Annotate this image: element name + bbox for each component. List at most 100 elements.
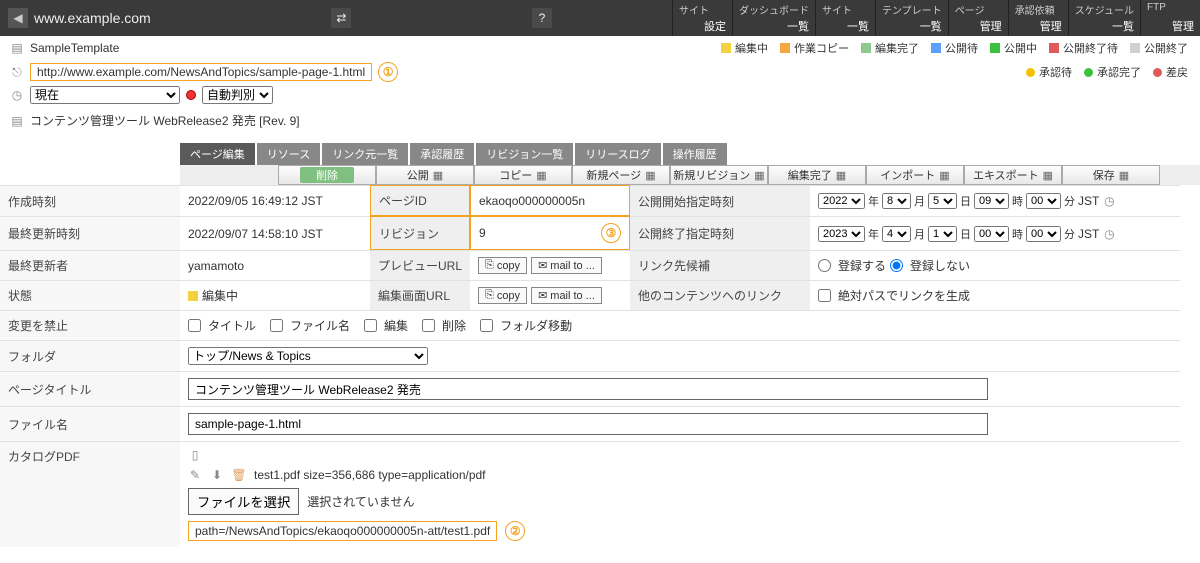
- legend-swatch-icon: [931, 43, 941, 53]
- toolbar-button[interactable]: 削除: [278, 165, 376, 185]
- toolbar-button[interactable]: インポート▦: [866, 165, 964, 185]
- top-menu-item[interactable]: スケジュール一覧: [1068, 0, 1140, 36]
- end-year[interactable]: 2023: [818, 226, 865, 242]
- start-min[interactable]: 00: [1026, 193, 1061, 209]
- clock-icon: ◷: [10, 88, 24, 102]
- lock-checkbox[interactable]: タイトル: [188, 317, 256, 334]
- swap-icon[interactable]: ⇄: [331, 8, 351, 28]
- lock-checkbox[interactable]: 編集: [364, 317, 408, 334]
- tool-icon: ▦: [836, 169, 846, 182]
- tab[interactable]: リビジョン一覧: [476, 143, 573, 165]
- menu-action[interactable]: 設定: [679, 18, 726, 34]
- legend-label: 承認待: [1039, 64, 1072, 80]
- page-url: http://www.example.com/NewsAndTopics/sam…: [30, 63, 372, 81]
- download-icon[interactable]: ⬇: [210, 468, 224, 482]
- legend-swatch-icon: [1153, 68, 1162, 77]
- top-menu-item[interactable]: ダッシュボード一覧: [732, 0, 815, 36]
- calendar-icon[interactable]: ◷: [1102, 227, 1116, 241]
- menu-action[interactable]: 一覧: [882, 18, 942, 34]
- top-menu-item[interactable]: テンプレート一覧: [875, 0, 948, 36]
- mailto-button[interactable]: ✉mail to ...: [531, 287, 602, 304]
- toolbar-button[interactable]: 公開▦: [376, 165, 474, 185]
- toolbar-button[interactable]: エキスポート▦: [964, 165, 1062, 185]
- copy-button[interactable]: ⎘copy: [478, 257, 527, 274]
- radio-register[interactable]: 登録する: [818, 257, 886, 274]
- lock-checkbox[interactable]: フォルダ移動: [480, 317, 572, 334]
- legend-swatch-icon: [1130, 43, 1140, 53]
- top-menu-item[interactable]: サイト設定: [672, 0, 732, 36]
- nav-back-icon[interactable]: ◀: [8, 8, 28, 28]
- legend-swatch-icon: [990, 43, 1000, 53]
- menu-title: ページ: [955, 2, 1002, 17]
- start-year[interactable]: 2022: [818, 193, 865, 209]
- toolbar-button[interactable]: 編集完了▦: [768, 165, 866, 185]
- lock-checkbox[interactable]: ファイル名: [270, 317, 350, 334]
- edit-icon[interactable]: ✎: [188, 468, 202, 482]
- encoding-select[interactable]: 自動判別: [202, 86, 273, 104]
- top-menu-item[interactable]: ページ管理: [948, 0, 1008, 36]
- toolbar-button[interactable]: 新規リビジョン▦: [670, 165, 768, 185]
- record-icon[interactable]: [186, 90, 196, 100]
- copy-button[interactable]: ⎘copy: [478, 287, 527, 304]
- calendar-icon[interactable]: ◷: [1102, 194, 1116, 208]
- menu-title: スケジュール: [1075, 2, 1134, 17]
- menu-action[interactable]: 管理: [1147, 18, 1194, 34]
- tab[interactable]: 承認履歴: [410, 143, 474, 165]
- tool-icon: ▦: [536, 169, 546, 182]
- tab[interactable]: ページ編集: [180, 143, 255, 165]
- tab[interactable]: リンク元一覧: [322, 143, 408, 165]
- menu-action[interactable]: 一覧: [739, 18, 809, 34]
- delete-icon[interactable]: 🗑: [232, 468, 246, 482]
- tz: JST: [1078, 194, 1099, 208]
- label-lock: 変更を禁止: [0, 310, 180, 340]
- file-choose-button[interactable]: ファイルを選択: [188, 488, 299, 515]
- filename-input[interactable]: [188, 413, 988, 435]
- toolbar-button[interactable]: コピー▦: [474, 165, 572, 185]
- annotation-2: ②: [505, 521, 525, 541]
- legend-item: 承認完了: [1084, 64, 1141, 80]
- end-min[interactable]: 00: [1026, 226, 1061, 242]
- start-hour[interactable]: 09: [974, 193, 1009, 209]
- label-pub-start: 公開開始指定時刻: [630, 185, 810, 216]
- top-menu-item[interactable]: 承認依頼管理: [1008, 0, 1068, 36]
- mailto-button[interactable]: ✉mail to ...: [531, 257, 602, 274]
- tab[interactable]: リリースログ: [575, 143, 660, 165]
- tab[interactable]: 操作履歴: [663, 143, 727, 165]
- start-day[interactable]: 5: [928, 193, 957, 209]
- end-day[interactable]: 1: [928, 226, 957, 242]
- top-menu-item[interactable]: サイト一覧: [815, 0, 875, 36]
- toolbar-button[interactable]: 新規ページ▦: [572, 165, 670, 185]
- toolbar-button[interactable]: 保存▦: [1062, 165, 1160, 185]
- label-created: 作成時刻: [0, 185, 180, 216]
- template-icon: ▤: [10, 41, 24, 55]
- time-select[interactable]: 現在: [30, 86, 180, 104]
- title-cell: [180, 371, 1180, 406]
- legend-label: 承認完了: [1097, 64, 1141, 80]
- menu-action[interactable]: 管理: [955, 18, 1002, 34]
- folder-cell: トップ/News & Topics: [180, 340, 1180, 371]
- end-month[interactable]: 4: [882, 226, 911, 242]
- label-title: ページタイトル: [0, 371, 180, 406]
- menu-action[interactable]: 管理: [1015, 18, 1062, 34]
- menu-action[interactable]: 一覧: [822, 18, 869, 34]
- legend-label: 公開中: [1004, 40, 1037, 56]
- top-menu-item[interactable]: FTP管理: [1140, 0, 1200, 36]
- menu-action[interactable]: 一覧: [1075, 18, 1134, 34]
- folder-select[interactable]: トップ/News & Topics: [188, 347, 428, 365]
- title-input[interactable]: [188, 378, 988, 400]
- radio-noregister[interactable]: 登録しない: [890, 257, 970, 274]
- menu-title: ダッシュボード: [739, 2, 809, 17]
- checkbox-abs-path[interactable]: 絶対パスでリンクを生成: [818, 287, 970, 304]
- start-month[interactable]: 8: [882, 193, 911, 209]
- menu-title: テンプレート: [882, 2, 942, 17]
- tab[interactable]: リソース: [257, 143, 320, 165]
- legend-item: 差戻: [1153, 64, 1188, 80]
- help-icon[interactable]: ?: [532, 8, 552, 28]
- site-name: www.example.com: [34, 10, 151, 26]
- end-hour[interactable]: 00: [974, 226, 1009, 242]
- label-revision: リビジョン: [370, 216, 470, 250]
- lock-checkbox[interactable]: 削除: [422, 317, 466, 334]
- legend-item: 公開中: [990, 40, 1037, 56]
- legend-swatch-icon: [721, 43, 731, 53]
- abs-path-check: 絶対パスでリンクを生成: [810, 280, 1180, 310]
